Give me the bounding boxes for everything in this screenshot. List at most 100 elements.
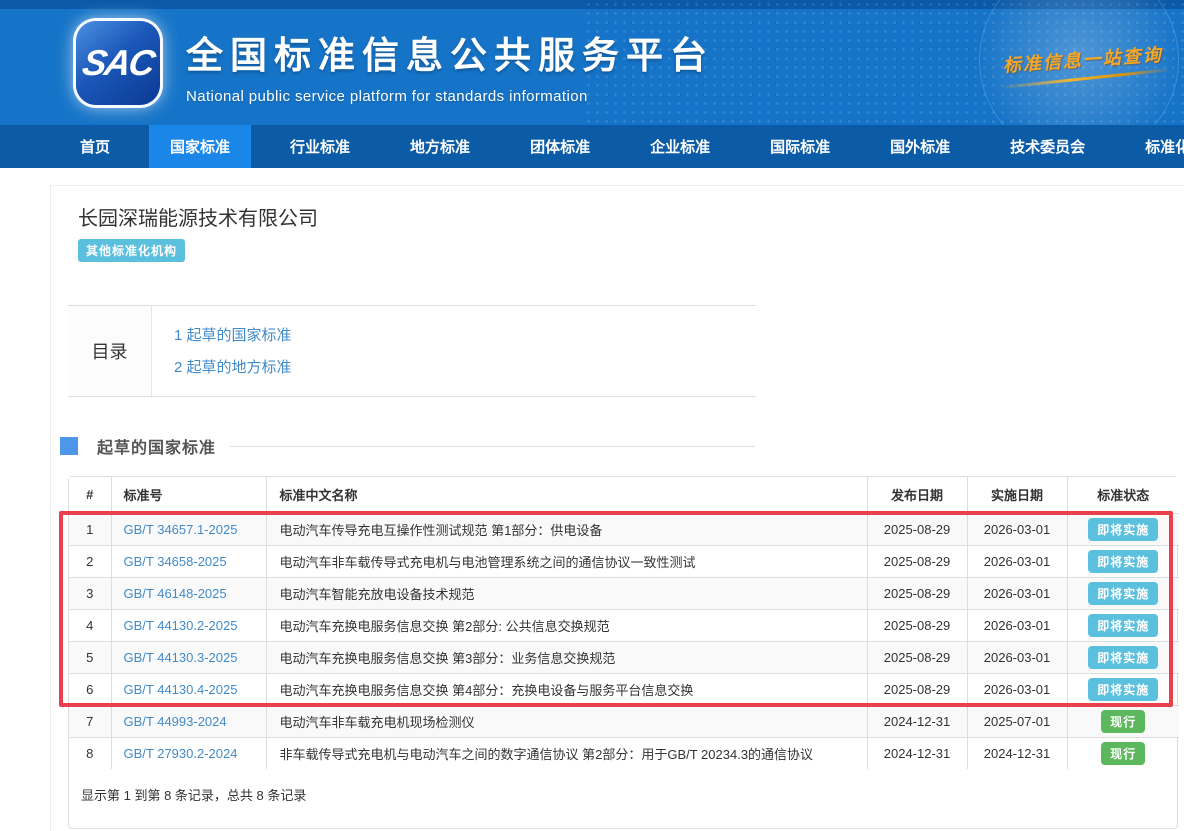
standard-code-cell: GB/T 44993-2024 bbox=[111, 705, 266, 737]
table-row: 3GB/T 46148-2025电动汽车智能充放电设备技术规范2025-08-2… bbox=[69, 577, 1179, 609]
column-header: # bbox=[69, 477, 111, 513]
nav-item[interactable]: 企业标准 bbox=[629, 125, 731, 168]
org-type-badge: 其他标准化机构 bbox=[78, 239, 185, 262]
standards-table-container: #标准号标准中文名称发布日期实施日期标准状态 1 GB/T 34657.1-202… bbox=[68, 476, 1178, 829]
standard-name: 电动汽车充换电服务信息交换 第3部分：业务信息交换规范 bbox=[266, 641, 867, 673]
standard-name: 电动汽车传导充电互操作性测试规范 第1部分：供电设备 bbox=[266, 513, 867, 545]
row-index: 8 bbox=[69, 737, 111, 769]
table-row: 4 GB/T 44130.2-2025 电动汽车充换电服务信息交换 第2部分: 公共… bbox=[69, 609, 1179, 641]
section-divider bbox=[230, 446, 755, 447]
column-header: 实施日期 bbox=[967, 477, 1067, 513]
table-row: 1 GB/T 34657.1-2025 电动汽车传导充电互操作性测试规范 第1部分：… bbox=[69, 513, 1179, 545]
standard-name: 电动汽车充换电服务信息交换 第2部分: 公共信息交换规范 bbox=[266, 609, 867, 641]
standard-code-link[interactable]: GB/T 34657.1-2025 bbox=[124, 522, 238, 537]
nav-item[interactable]: 标准化人才 bbox=[1124, 125, 1184, 168]
standard-code-cell: GB/T 44130.4-2025 bbox=[111, 673, 266, 705]
nav-item[interactable]: 行业标准 bbox=[269, 125, 371, 168]
company-name: 长园深瑞能源技术有限公司 bbox=[78, 202, 1184, 231]
nav-item[interactable]: 地方标准 bbox=[389, 125, 491, 168]
nav-item[interactable]: 团体标准 bbox=[509, 125, 611, 168]
implement-date: 2026-03-01 bbox=[967, 513, 1067, 545]
row-index: 7 bbox=[69, 705, 111, 737]
publish-date: 2025-08-29 bbox=[867, 513, 967, 545]
status-badge: 现行 bbox=[1101, 710, 1145, 733]
nav-item[interactable]: 首页 bbox=[59, 125, 131, 168]
standard-name: 非车载传导式充电机与电动汽车之间的数字通信协议 第2部分：用于GB/T 2023… bbox=[266, 737, 867, 769]
company-tag-row: 其他标准化机构 bbox=[78, 239, 1184, 262]
implement-date: 2026-03-01 bbox=[967, 641, 1067, 673]
toc-link[interactable]: 2 起草的地方标准 bbox=[174, 356, 292, 377]
status-cell: 即将实施 bbox=[1067, 577, 1179, 609]
standard-code-cell: GB/T 44130.3-2025 bbox=[111, 641, 266, 673]
row-index: 4 bbox=[69, 609, 111, 641]
row-index: 3 bbox=[69, 577, 111, 609]
column-header: 标准状态 bbox=[1067, 477, 1179, 513]
standard-code-link[interactable]: GB/T 44130.4-2025 bbox=[124, 682, 238, 697]
standard-code-cell: GB/T 44130.2-2025 bbox=[111, 609, 266, 641]
section-title: 起草的国家标准 bbox=[97, 434, 216, 458]
sac-logo[interactable]: SAC bbox=[76, 21, 160, 105]
standard-code-link[interactable]: GB/T 44130.3-2025 bbox=[124, 650, 238, 665]
standard-code-link[interactable]: GB/T 27930.2-2024 bbox=[124, 746, 238, 761]
standards-table: #标准号标准中文名称发布日期实施日期标准状态 1 GB/T 34657.1-202… bbox=[69, 477, 1179, 769]
table-row: 5 GB/T 44130.3-2025 电动汽车充换电服务信息交换 第3部分：业务信… bbox=[69, 641, 1179, 673]
publish-date: 2024-12-31 bbox=[867, 705, 967, 737]
implement-date: 2026-03-01 bbox=[967, 545, 1067, 577]
publish-date: 2024-12-31 bbox=[867, 737, 967, 769]
table-header-row: #标准号标准中文名称发布日期实施日期标准状态 bbox=[69, 477, 1179, 513]
standard-name: 电动汽车非车载传导式充电机与电池管理系统之间的通信协议一致性测试 bbox=[266, 545, 867, 577]
status-badge: 现行 bbox=[1101, 742, 1145, 765]
status-badge: 即将实施 bbox=[1088, 518, 1158, 541]
standard-code-cell: GB/T 34657.1-2025 bbox=[111, 513, 266, 545]
standard-code-link[interactable]: GB/T 34658-2025 bbox=[124, 554, 227, 569]
site-header: SAC 全国标准信息公共服务平台 National public service… bbox=[0, 0, 1184, 125]
standard-code-link[interactable]: GB/T 44130.2-2025 bbox=[124, 618, 238, 633]
publish-date: 2025-08-29 bbox=[867, 641, 967, 673]
column-header: 发布日期 bbox=[867, 477, 967, 513]
standard-code-cell: GB/T 46148-2025 bbox=[111, 577, 266, 609]
column-header: 标准中文名称 bbox=[266, 477, 867, 513]
row-index: 1 bbox=[69, 513, 111, 545]
toc-link[interactable]: 1 起草的国家标准 bbox=[174, 324, 292, 345]
standard-name: 电动汽车非车载充电机现场检测仪 bbox=[266, 705, 867, 737]
row-index: 2 bbox=[69, 545, 111, 577]
site-subtitle: National public service platform for sta… bbox=[186, 88, 714, 105]
standard-code-link[interactable]: GB/T 44993-2024 bbox=[124, 714, 227, 729]
standard-name: 电动汽车充换电服务信息交换 第4部分：充换电设备与服务平台信息交换 bbox=[266, 673, 867, 705]
table-row: 2 GB/T 34658-2025 电动汽车非车载传导式充电机与电池管理系统之间的通… bbox=[69, 545, 1179, 577]
status-badge: 即将实施 bbox=[1088, 678, 1158, 701]
table-row: 8 GB/T 27930.2-2024 非车载传导式充电机与电动汽车之间的数字通信协… bbox=[69, 737, 1179, 769]
toc-links: 1 起草的国家标准 2 起草的地方标准 bbox=[152, 306, 292, 396]
standard-code-cell: GB/T 34658-2025 bbox=[111, 545, 266, 577]
table-row: 6 GB/T 44130.4-2025 电动汽车充换电服务信息交换 第4部分：充换电… bbox=[69, 673, 1179, 705]
status-cell: 现行 bbox=[1067, 737, 1179, 769]
publish-date: 2025-08-29 bbox=[867, 609, 967, 641]
implement-date: 2026-03-01 bbox=[967, 673, 1067, 705]
section-header: 起草的国家标准 bbox=[60, 434, 755, 458]
implement-date: 2026-03-01 bbox=[967, 577, 1067, 609]
table-row: 7 GB/T 44993-2024 电动汽车非车载充电机现场检测仪2024-12-3… bbox=[69, 705, 1179, 737]
site-title: 全国标准信息公共服务平台 bbox=[186, 25, 714, 79]
status-cell: 即将实施 bbox=[1067, 673, 1179, 705]
row-index: 6 bbox=[69, 673, 111, 705]
page: SAC 全国标准信息公共服务平台 National public service… bbox=[0, 0, 1184, 831]
status-cell: 即将实施 bbox=[1067, 545, 1179, 577]
publish-date: 2025-08-29 bbox=[867, 577, 967, 609]
standard-code-link[interactable]: GB/T 46148-2025 bbox=[124, 586, 227, 601]
nav-item[interactable]: 技术委员会 bbox=[989, 125, 1106, 168]
main-nav: 首页国家标准行业标准地方标准团体标准企业标准国际标准国外标准技术委员会标准化人才 bbox=[0, 125, 1184, 168]
status-cell: 现行 bbox=[1067, 705, 1179, 737]
sac-logo-text: SAC bbox=[79, 42, 156, 84]
implement-date: 2025-07-01 bbox=[967, 705, 1067, 737]
nav-item[interactable]: 国家标准 bbox=[149, 125, 251, 168]
implement-date: 2024-12-31 bbox=[967, 737, 1067, 769]
status-badge: 即将实施 bbox=[1088, 550, 1158, 573]
row-index: 5 bbox=[69, 641, 111, 673]
table-body: 1 GB/T 34657.1-2025 电动汽车传导充电互操作性测试规范 第1部分：… bbox=[69, 513, 1179, 769]
nav-item[interactable]: 国外标准 bbox=[869, 125, 971, 168]
status-badge: 即将实施 bbox=[1088, 582, 1158, 605]
standard-code-cell: GB/T 27930.2-2024 bbox=[111, 737, 266, 769]
nav-item[interactable]: 国际标准 bbox=[749, 125, 851, 168]
column-header: 标准号 bbox=[111, 477, 266, 513]
content-panel: 长园深瑞能源技术有限公司 其他标准化机构 目录 1 起草的国家标准2 起草的地方… bbox=[50, 185, 1184, 831]
